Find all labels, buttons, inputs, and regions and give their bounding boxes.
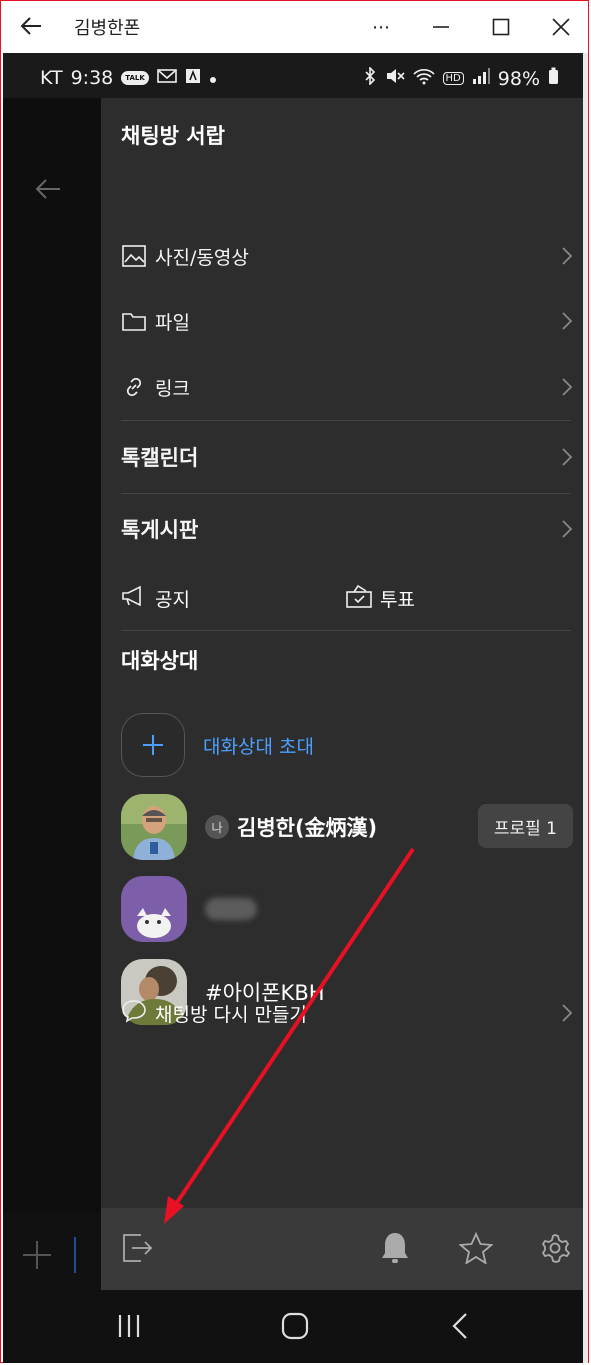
member-row-me[interactable]: 나 김병한(金炳漢) 프로필 1 — [121, 794, 573, 860]
folder-icon — [121, 308, 147, 334]
app-notification-icon — [185, 67, 201, 89]
me-badge: 나 — [205, 815, 229, 839]
close-button[interactable] — [541, 13, 581, 41]
drawer-item-label: 링크 — [155, 377, 190, 400]
window-title: 김병한폰 — [74, 18, 141, 39]
minimize-button[interactable] — [421, 13, 461, 41]
drawer-item-media[interactable]: 사진/동영상 — [121, 236, 573, 276]
ballot-box-icon — [346, 584, 372, 612]
members-section-title: 대화상대 — [121, 649, 199, 673]
more-notifications-icon — [209, 67, 217, 89]
maximize-button[interactable] — [481, 13, 521, 41]
hd-voice-icon: HD — [442, 72, 464, 85]
talk-notification-icon: TALK — [121, 71, 149, 85]
recent-apps-icon[interactable] — [109, 1308, 149, 1344]
bluetooth-icon — [363, 66, 377, 90]
recreate-chatroom-label: 채팅방 다시 만들기 — [155, 1003, 307, 1026]
status-bar: KT 9:38 TALK HD 98% — [3, 53, 583, 98]
android-nav-bar — [3, 1290, 583, 1363]
mail-icon — [157, 67, 177, 89]
mute-icon — [385, 67, 405, 90]
member-name: 김병한(金炳漢) — [237, 816, 378, 840]
home-icon[interactable] — [275, 1308, 315, 1344]
attach-plus-icon — [21, 1239, 53, 1275]
avatar[interactable] — [121, 794, 187, 860]
avatar[interactable] — [121, 876, 187, 942]
photo-icon — [121, 243, 147, 269]
favorite-star-icon[interactable] — [458, 1230, 494, 1266]
chevron-right-icon — [561, 519, 573, 543]
recreate-chatroom-button[interactable]: 채팅방 다시 만들기 — [121, 993, 573, 1033]
divider — [121, 420, 571, 421]
profile-button[interactable]: 프로필 1 — [477, 804, 573, 848]
more-options-button[interactable]: ⋯ — [361, 13, 401, 41]
leave-chatroom-icon[interactable] — [119, 1230, 155, 1266]
invite-label: 대화상대 초대 — [203, 735, 314, 758]
window-back-icon[interactable] — [19, 13, 45, 39]
notice-button[interactable]: 공지 — [121, 578, 190, 618]
drawer-item-talk-board[interactable]: 톡게시판 — [121, 509, 573, 549]
speech-bubble-icon — [121, 999, 147, 1027]
window-titlebar: 김병한폰 ⋯ — [1, 1, 588, 53]
battery-level: 98% — [497, 67, 540, 90]
chat-background — [3, 98, 101, 1290]
chevron-right-icon — [561, 311, 573, 335]
input-cursor — [74, 1237, 76, 1273]
chevron-right-icon — [561, 447, 573, 471]
notice-label: 공지 — [155, 588, 190, 611]
chat-back-icon — [33, 174, 63, 208]
invite-plus-button[interactable] — [121, 713, 185, 777]
clock: 9:38 — [70, 67, 114, 89]
notification-bell-icon[interactable] — [377, 1230, 413, 1266]
drawer-item-label: 파일 — [155, 311, 190, 334]
chevron-right-icon — [561, 246, 573, 270]
drawer-item-files[interactable]: 파일 — [121, 301, 573, 341]
settings-gear-icon[interactable] — [537, 1230, 573, 1266]
carrier-label: KT — [40, 67, 63, 89]
vote-button[interactable]: 투표 — [346, 578, 415, 618]
blurred-member-name — [205, 898, 257, 920]
chevron-right-icon — [561, 1003, 573, 1027]
chevron-right-icon — [561, 377, 573, 401]
battery-icon — [548, 67, 559, 90]
back-icon[interactable] — [440, 1308, 480, 1344]
chatroom-drawer: 채팅방 서랍 사진/동영상 파일 링크 톡캘린더 톡게시판 공지 투표 대화상대… — [101, 98, 583, 1290]
drawer-item-label: 톡게시판 — [121, 518, 199, 542]
drawer-item-label: 톡캘린더 — [121, 446, 199, 470]
board-shortcuts: 공지 투표 — [121, 578, 571, 618]
member-row-2[interactable] — [121, 876, 573, 942]
scrollbar-track — [583, 53, 588, 1363]
chat-input-bar — [3, 1213, 101, 1290]
drawer-item-links[interactable]: 링크 — [121, 367, 573, 407]
wifi-icon — [412, 67, 435, 90]
drawer-item-label: 사진/동영상 — [155, 246, 249, 269]
drawer-item-talk-calendar[interactable]: 톡캘린더 — [121, 437, 573, 477]
link-icon — [121, 374, 147, 400]
drawer-footer — [101, 1208, 583, 1290]
divider — [121, 630, 571, 631]
vote-label: 투표 — [380, 588, 415, 611]
divider — [121, 493, 571, 494]
invite-member-row[interactable]: 대화상대 초대 — [121, 712, 573, 778]
signal-icon — [472, 67, 490, 90]
drawer-title: 채팅방 서랍 — [121, 124, 225, 148]
megaphone-icon — [121, 585, 147, 611]
phone-screen: KT 9:38 TALK HD 98% 채팅방 서랍 사진/동영상 파일 링크 … — [3, 53, 583, 1363]
